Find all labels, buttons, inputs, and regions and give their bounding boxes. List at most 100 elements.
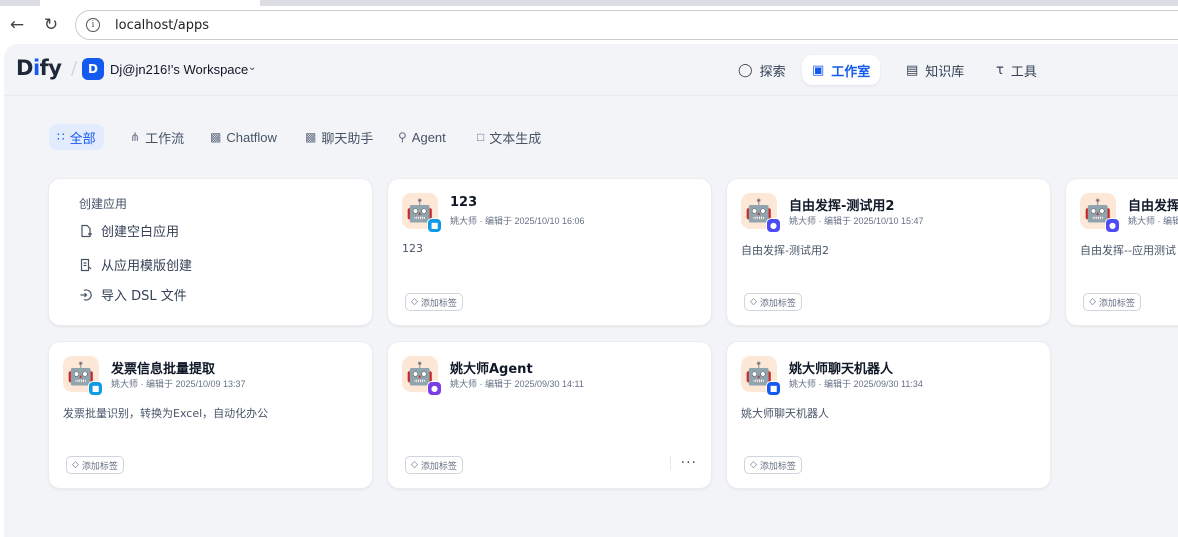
browser-tabstrip — [0, 0, 1178, 6]
app-title: 123 — [450, 195, 478, 210]
nav-explore-label: 探索 — [759, 64, 786, 80]
app-card[interactable]: 🤖 ● 自由发挥-测试用2 姚大师 · 编辑于 2025/10/10 15:47 … — [726, 178, 1051, 326]
chevron-down-icon[interactable]: ⌄ — [248, 62, 256, 73]
app-description: 发票批量识别，转换为Excel，自动化办公 — [63, 407, 269, 420]
add-tag-label: 添加标签 — [420, 298, 457, 309]
tag-icon: ◇ — [1089, 297, 1096, 307]
app-meta: 姚大师 · 编辑于 2025/09/30 14:11 — [450, 379, 584, 389]
filter-all[interactable]: ∷ 全部 — [49, 124, 104, 150]
site-info-icon[interactable]: i — [86, 18, 100, 32]
app-meta: 姚大师 · 编辑 — [1128, 216, 1178, 226]
app-description: 姚大师聊天机器人 — [741, 407, 829, 420]
filter-chatflow-label: Chatflow — [226, 129, 277, 145]
breadcrumb-separator: / — [71, 58, 78, 79]
address-bar[interactable]: i localhost/apps — [75, 10, 1178, 40]
tag-icon: ◇ — [750, 297, 757, 307]
agent-type-icon: ● — [427, 381, 442, 396]
app-title: 自由发挥-测试用2 — [789, 199, 895, 214]
back-arrow-icon[interactable]: ← — [6, 14, 28, 36]
hammer-icon: τ — [996, 62, 1004, 78]
app-description: 自由发挥--应用测试 — [1080, 244, 1176, 257]
nav-studio-label: 工作室 — [831, 64, 871, 80]
add-tag-button[interactable]: ◇ 添加标签 — [66, 456, 124, 474]
nav-knowledge-label: 知识库 — [925, 64, 965, 80]
import-dsl-label: 导入 DSL 文件 — [101, 289, 187, 304]
chatflow-icon: ▩ — [210, 130, 222, 144]
tag-icon: ◇ — [411, 460, 418, 470]
url-text[interactable]: localhost/apps — [115, 18, 209, 33]
more-options-button[interactable]: ··· — [681, 455, 697, 471]
app-avatar: 🤖 ■ — [741, 356, 781, 396]
nav-explore[interactable]: ◯ 探索 — [728, 55, 796, 85]
app-title: 姚大师聊天机器人 — [789, 362, 894, 377]
agent-icon: ⚲ — [398, 130, 407, 144]
add-tag-button[interactable]: ◇ 添加标签 — [405, 293, 463, 311]
robot-icon: ▣ — [812, 62, 825, 78]
create-app-title: 创建应用 — [79, 197, 128, 211]
workflow-type-icon: ● — [1105, 218, 1120, 233]
nav-studio[interactable]: ▣ 工作室 — [802, 55, 881, 85]
add-tag-button[interactable]: ◇ 添加标签 — [744, 456, 802, 474]
app-card[interactable]: 🤖 ■ 发票信息批量提取 姚大师 · 编辑于 2025/10/09 13:37 发… — [48, 341, 373, 489]
create-app-card: 创建应用 创建空白应用 从应用模版创建 导入 DSL 文件 — [48, 178, 373, 326]
grid-icon: ∷ — [57, 130, 65, 144]
nav-tools-label: 工具 — [1010, 64, 1037, 80]
add-tag-label: 添加标签 — [420, 461, 457, 472]
dify-app: Dify / D Dj@jn216!'s Workspace ⌄ ◯ 探索 ▣ … — [4, 44, 1178, 537]
filter-chat-assistant[interactable]: ▩ 聊天助手 — [297, 124, 381, 150]
workspace-name[interactable]: Dj@jn216!'s Workspace — [110, 62, 248, 77]
create-from-template-button[interactable]: 从应用模版创建 — [79, 255, 192, 274]
app-meta: 姚大师 · 编辑于 2025/10/10 16:06 — [450, 216, 585, 226]
app-description: 123 — [402, 242, 423, 255]
import-dsl-button[interactable]: 导入 DSL 文件 — [79, 285, 187, 304]
add-tag-label: 添加标签 — [1098, 298, 1135, 309]
add-tag-button[interactable]: ◇ 添加标签 — [744, 293, 802, 311]
divider — [670, 456, 671, 470]
app-description: 自由发挥-测试用2 — [741, 244, 829, 257]
add-tag-button[interactable]: ◇ 添加标签 — [1083, 293, 1141, 311]
book-icon: ▤ — [906, 62, 919, 78]
app-avatar: 🤖 ● — [402, 356, 442, 396]
add-tag-label: 添加标签 — [759, 298, 796, 309]
app-avatar: 🤖 ● — [1080, 193, 1120, 233]
app-card[interactable]: 🤖 ● 自由发挥 姚大师 · 编辑 自由发挥--应用测试 ◇ 添加标签 — [1065, 178, 1178, 326]
filter-chatflow[interactable]: ▩ Chatflow — [202, 124, 285, 150]
filter-chat-assistant-label: 聊天助手 — [321, 130, 374, 146]
filter-text-generation-label: 文本生成 — [489, 130, 542, 146]
app-avatar: 🤖 ■ — [63, 356, 103, 396]
filter-agent[interactable]: ⚲ Agent — [390, 124, 454, 150]
template-icon — [79, 258, 93, 272]
document-icon: □ — [477, 130, 485, 144]
add-tag-label: 添加标签 — [81, 461, 118, 472]
workflow-type-icon: ● — [766, 218, 781, 233]
app-avatar: 🤖 ■ — [402, 193, 442, 233]
workspace-avatar[interactable]: D — [82, 58, 104, 80]
app-title: 发票信息批量提取 — [111, 362, 216, 377]
filter-agent-label: Agent — [411, 129, 446, 145]
compass-icon: ◯ — [738, 62, 753, 78]
browser-active-tab[interactable] — [40, 0, 260, 6]
filter-workflow[interactable]: ⋔ 工作流 — [122, 124, 192, 150]
create-blank-app-label: 创建空白应用 — [101, 225, 180, 240]
chat-type-icon: ■ — [88, 381, 103, 396]
filter-text-generation[interactable]: □ 文本生成 — [469, 124, 549, 150]
nav-knowledge[interactable]: ▤ 知识库 — [896, 55, 974, 85]
create-blank-app-button[interactable]: 创建空白应用 — [79, 221, 179, 240]
reload-icon[interactable]: ↻ — [40, 14, 62, 36]
app-card[interactable]: 🤖 ■ 姚大师聊天机器人 姚大师 · 编辑于 2025/09/30 11:34 姚… — [726, 341, 1051, 489]
tag-icon: ◇ — [750, 460, 757, 470]
workflow-icon: ⋔ — [130, 130, 141, 144]
add-tag-button[interactable]: ◇ 添加标签 — [405, 456, 463, 474]
nav-tools[interactable]: τ 工具 — [986, 55, 1047, 85]
app-avatar: 🤖 ● — [741, 193, 781, 233]
app-card[interactable]: 🤖 ● 姚大师Agent 姚大师 · 编辑于 2025/09/30 14:11 ◇… — [387, 341, 712, 489]
dify-logo[interactable]: Dify — [16, 56, 62, 80]
app-meta: 姚大师 · 编辑于 2025/09/30 11:34 — [789, 379, 923, 389]
filter-workflow-label: 工作流 — [145, 130, 185, 146]
chat-bubble-icon: ▩ — [305, 130, 317, 144]
app-title: 自由发挥 — [1128, 199, 1178, 214]
add-tag-label: 添加标签 — [759, 461, 796, 472]
tag-icon: ◇ — [411, 297, 418, 307]
app-title: 姚大师Agent — [450, 362, 533, 377]
app-card[interactable]: 🤖 ■ 123 姚大师 · 编辑于 2025/10/10 16:06 123 ◇ 添… — [387, 178, 712, 326]
